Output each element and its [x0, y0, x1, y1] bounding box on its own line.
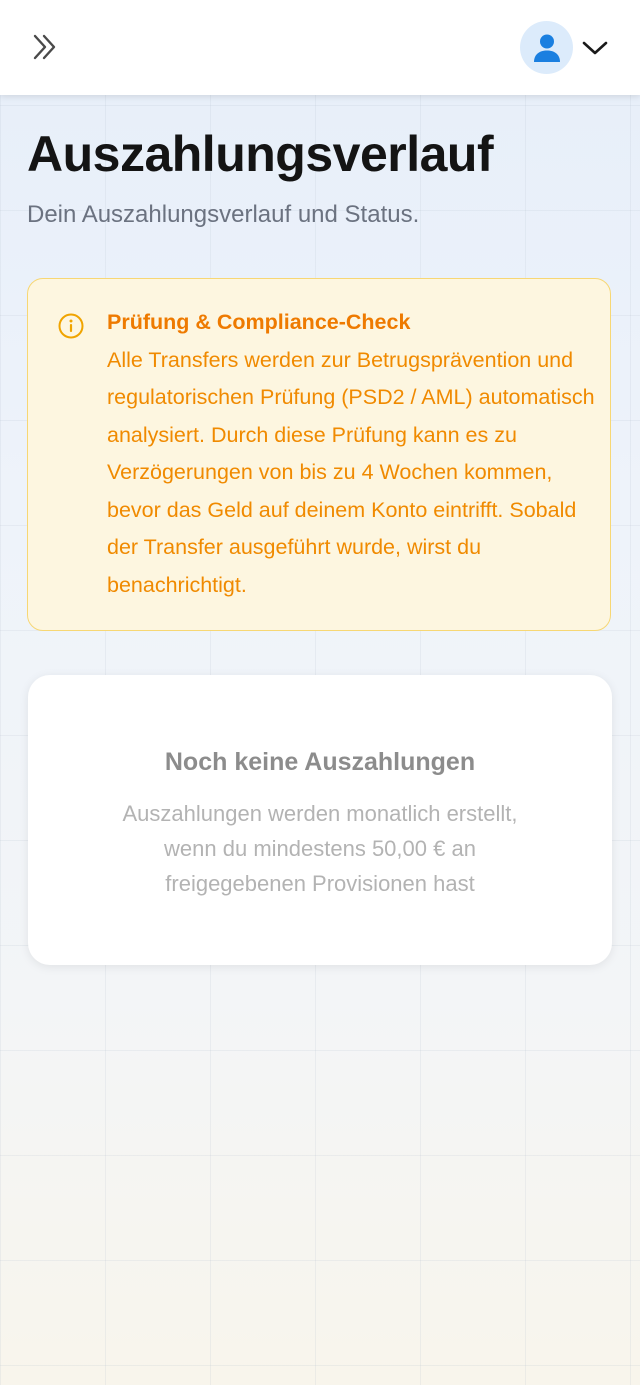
top-bar	[0, 0, 640, 95]
empty-state-title: Noch keine Auszahlungen	[164, 748, 476, 776]
empty-state-card: Noch keine Auszahlungen Auszahlungen wer…	[28, 675, 612, 965]
page-title: Auszahlungsverlauf	[27, 126, 494, 182]
expand-sidebar-button[interactable]	[28, 30, 62, 64]
compliance-notice: Prüfung & Compliance-Check Alle Transfer…	[27, 278, 611, 631]
user-icon	[533, 34, 560, 62]
account-menu-toggle[interactable]	[580, 34, 610, 62]
chevron-down-icon	[582, 41, 608, 55]
notice-content: Prüfung & Compliance-Check Alle Transfer…	[107, 304, 597, 604]
notice-title: Prüfung & Compliance-Check	[107, 310, 411, 334]
notice-body: Alle Transfers werden zur Betrugsprävent…	[107, 347, 595, 597]
page-subtitle: Dein Auszahlungsverlauf und Status.	[27, 201, 420, 228]
avatar[interactable]	[520, 21, 573, 74]
double-chevron-right-icon	[33, 34, 56, 60]
info-icon	[58, 313, 84, 339]
empty-state-description: Auszahlungen werden monatlich erstellt, …	[122, 801, 518, 896]
